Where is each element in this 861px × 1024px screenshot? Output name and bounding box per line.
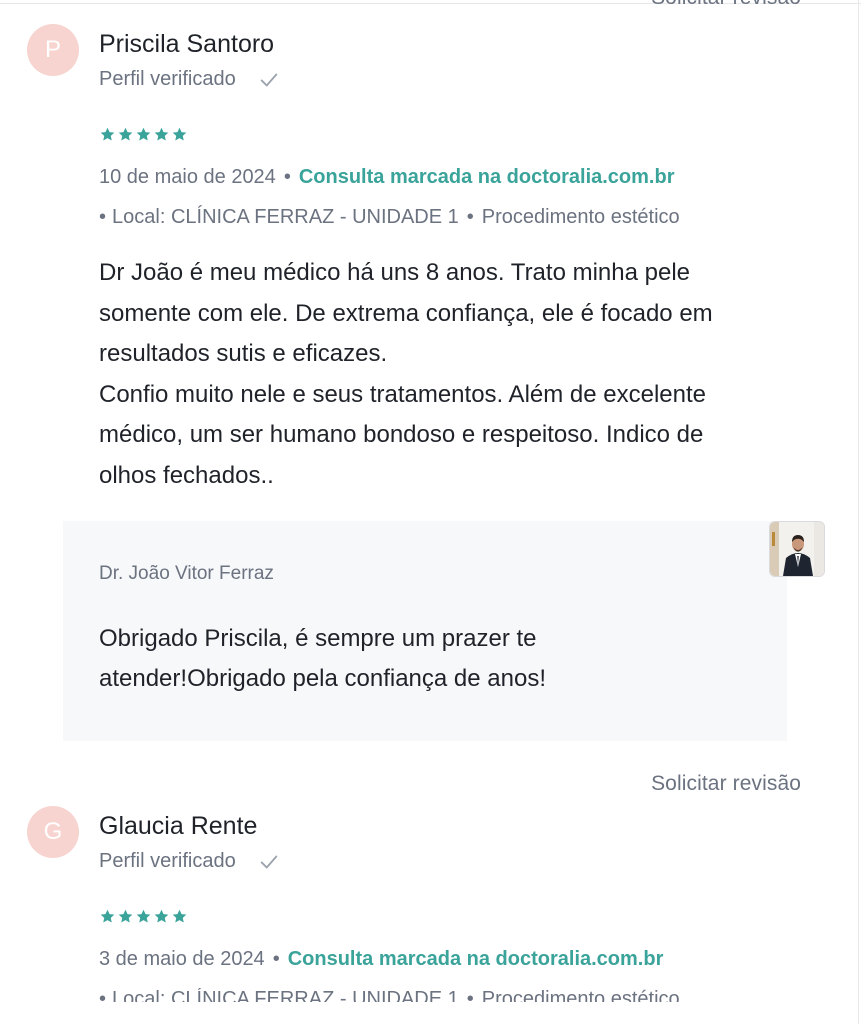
separator-dot: • [466,988,474,1002]
separator-dot: • [99,988,107,1002]
doctor-avatar [769,521,825,577]
avatar: P [27,24,79,76]
reviewer-name[interactable]: Priscila Santoro [99,30,274,59]
review-text-line: médico, um ser humano bondoso e respeito… [99,421,704,448]
verified-label: Perfil verificado [99,68,236,90]
review-date: 10 de maio de 2024 [99,166,276,188]
review-text-line: somente com ele. De extrema confiança, e… [99,299,713,327]
reviewer-name[interactable]: Glaucia Rente [99,812,257,841]
avatar: G [27,806,79,858]
separator-dot: • [99,206,107,228]
doctor-photo-icon [770,522,824,576]
star-icon [154,127,169,141]
star-icon [136,909,151,923]
review-location: Local: CLÍNICA FERRAZ - UNIDADE 1 [112,988,459,1002]
review-text-line: Confio muito nele e seus tratamentos. Al… [99,380,707,408]
booking-source-link[interactable]: Consulta marcada na doctoralia.com.br [299,166,675,188]
separator-dot: • [283,166,291,188]
star-icon [118,127,133,141]
reply-text-line: atender!Obrigado pela confiança de anos! [99,665,546,692]
review-text-line: olhos fechados.. [99,461,274,489]
star-icon [172,909,187,923]
rating-stars [99,908,188,925]
request-review-link[interactable]: Solicitar revisão [651,0,801,10]
request-review-link[interactable]: Solicitar revisão [651,772,801,796]
review-card: Solicitar revisão G Glaucia Rente Perfil… [0,760,861,1024]
review-procedure: Procedimento estético [481,206,680,228]
review-location-row: • Local: CLÍNICA FERRAZ - UNIDADE 1 • Proce… [99,206,680,229]
reviews-page: Solicitar revisão P Priscila Santoro Per… [0,0,861,1024]
review-meta: 3 de maio de 2024 • Consulta marcada na do… [99,948,663,971]
reply-text-line: Obrigado Priscila, é sempre um prazer te [99,625,537,652]
review-meta: 10 de maio de 2024 • Consulta marcada na d… [99,166,674,189]
star-icon [100,909,115,923]
star-icon [118,909,133,923]
separator-dot: • [272,948,280,970]
review-location-row: • Local: CLÍNICA FERRAZ - UNIDADE 1 • Proce… [99,988,680,1002]
review-card: Solicitar revisão P Priscila Santoro Per… [0,0,861,760]
review-text-line: Dr João é meu médico há uns 8 anos. Trat… [99,259,690,286]
review-text-line: resultados sutis e eficazes. [99,340,388,367]
review-date: 3 de maio de 2024 [99,948,265,970]
star-icon [154,909,169,923]
review-text: Dr João é meu médico há uns 8 anos. Trat… [99,253,809,496]
reply-author: Dr. João Vitor Ferraz [99,563,274,584]
verified-label: Perfil verificado [99,850,236,872]
star-icon [136,127,151,141]
doctor-reply: Dr. João Vitor Ferraz Obrigado Priscila,… [63,521,787,741]
star-icon [100,127,115,141]
avatar-letter: P [44,36,61,63]
star-icon [172,127,187,141]
review-procedure: Procedimento estético [481,988,680,1002]
booking-source-link[interactable]: Consulta marcada na doctoralia.com.br [288,948,664,970]
check-icon [260,73,277,86]
reply-text: Obrigado Priscila, é sempre um prazer te… [99,619,739,699]
separator-dot: • [466,206,474,228]
check-icon [260,855,277,868]
rating-stars [99,126,188,143]
verified-profile: Perfil verificado [99,850,280,873]
review-location: Local: CLÍNICA FERRAZ - UNIDADE 1 [112,206,459,228]
avatar-letter: G [43,818,63,845]
verified-profile: Perfil verificado [99,68,280,91]
